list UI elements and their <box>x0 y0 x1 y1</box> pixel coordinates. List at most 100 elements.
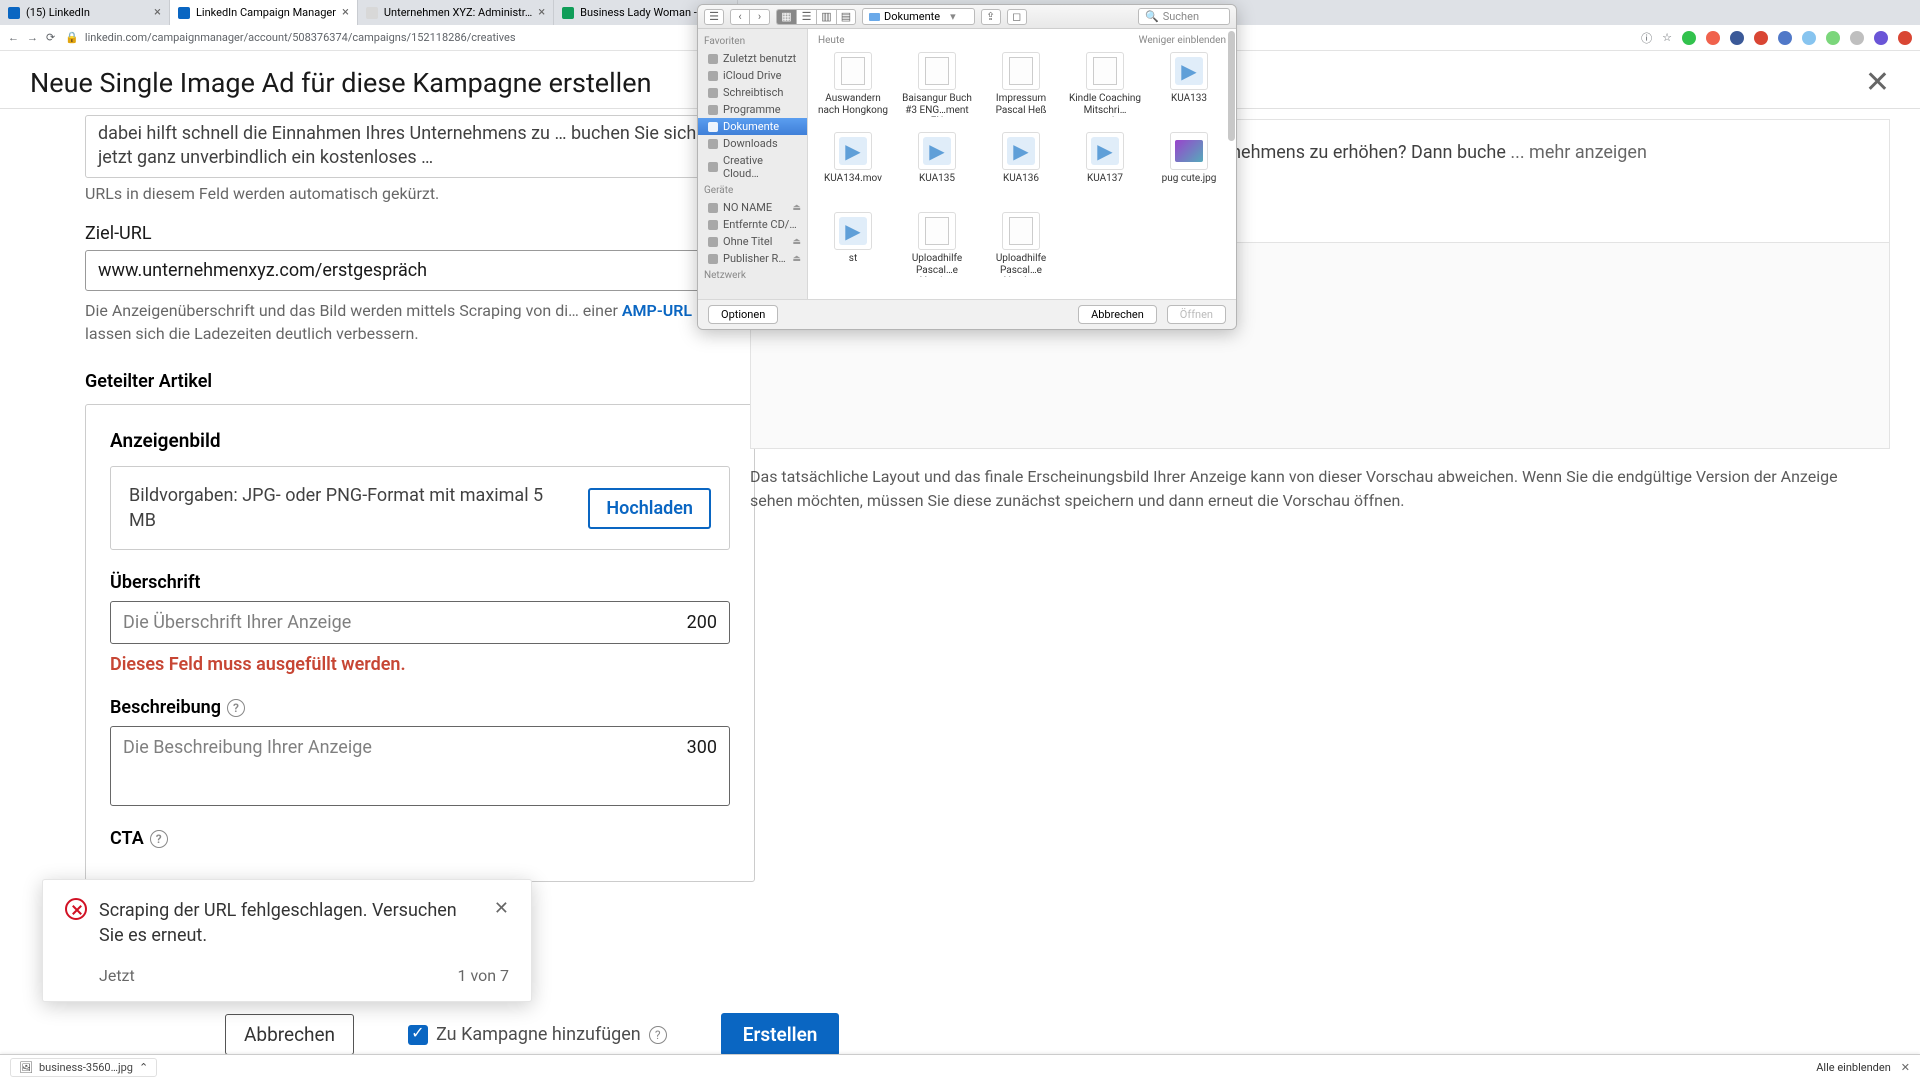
browser-tab[interactable]: (15) LinkedIn× <box>0 0 170 25</box>
image-upload-box: Bildvorgaben: JPG- oder PNG-Format mit m… <box>110 466 730 550</box>
shared-article-label: Geteilter Artikel <box>85 371 710 392</box>
target-url-input[interactable]: www.unternehmenxyz.com/erstgespräch <box>85 250 725 291</box>
list-view-icon[interactable]: ☰ <box>796 9 816 25</box>
description-label: Beschreibung? <box>110 697 730 718</box>
sidebar-toggle-icon[interactable]: ☰ <box>704 9 724 25</box>
forward-icon[interactable]: → <box>27 31 38 44</box>
amp-link[interactable]: AMP-URL <box>622 301 692 320</box>
view-switcher[interactable]: ▦ ☰ ▥ ▤ <box>776 9 856 25</box>
sidebar-item[interactable]: Ohne Titel⏏ <box>698 233 807 250</box>
show-less-link[interactable]: Weniger einblenden <box>1139 35 1226 46</box>
file-item[interactable]: Impressum Pascal Heß <box>982 48 1060 126</box>
sidebar-item[interactable]: Dokumente <box>698 118 807 135</box>
cancel-button[interactable]: Abbrechen <box>1078 305 1157 324</box>
file-icon: 🖼 <box>19 1061 33 1074</box>
help-icon[interactable]: ? <box>649 1026 667 1044</box>
file-item[interactable]: KUA133 <box>1150 48 1228 126</box>
file-thumb-icon <box>834 212 872 250</box>
reload-icon[interactable]: ⟳ <box>46 31 55 44</box>
file-item[interactable]: Uploadhilfe Pascal…e Version <box>982 208 1060 286</box>
sidebar-item[interactable]: Downloads <box>698 135 807 152</box>
help-icon[interactable]: ? <box>150 830 168 848</box>
description-input[interactable]: Die Beschreibung Ihrer Anzeige 300 <box>110 726 730 806</box>
file-item[interactable]: Baisangur Buch #3 ENG…ment EN <box>898 48 976 126</box>
file-thumb-icon <box>1086 52 1124 90</box>
finder-file-grid: HeuteWeniger einblenden Auswandern nach … <box>808 29 1236 299</box>
create-button[interactable]: Erstellen <box>721 1013 840 1056</box>
tag-icon[interactable]: ◻ <box>1007 9 1027 25</box>
finder-search[interactable]: 🔍Suchen <box>1138 8 1230 25</box>
file-item[interactable]: KUA134.mov <box>814 128 892 206</box>
show-more-link[interactable]: ... mehr anzeigen <box>1510 142 1647 163</box>
sidebar-item[interactable]: Entfernte CD/… <box>698 216 807 233</box>
help-icon[interactable]: ? <box>227 699 245 717</box>
extension-icon[interactable] <box>1778 31 1792 45</box>
preview-disclaimer: Das tatsächliche Layout und das finale E… <box>750 465 1890 513</box>
add-to-campaign-checkbox[interactable]: Zu Kampagne hinzufügen? <box>408 1024 667 1045</box>
intro-text-input[interactable]: dabei hilft schnell die Einnahmen Ihres … <box>85 115 725 178</box>
close-icon[interactable]: ✕ <box>494 898 509 919</box>
chevron-up-icon[interactable]: ⌃ <box>139 1061 148 1074</box>
eject-icon[interactable]: ⏏ <box>792 203 801 213</box>
column-view-icon[interactable]: ▥ <box>816 9 836 25</box>
extension-icon[interactable] <box>1874 31 1888 45</box>
cancel-button[interactable]: Abbrechen <box>225 1014 354 1055</box>
upload-button[interactable]: Hochladen <box>588 488 711 529</box>
file-item[interactable]: KUA137 <box>1066 128 1144 206</box>
finder-sidebar: Favoriten Zuletzt benutzt iCloud Drive S… <box>698 29 808 299</box>
star-icon[interactable]: ☆ <box>1662 31 1672 44</box>
path-dropdown[interactable]: Dokumente▾ <box>862 8 975 25</box>
file-item[interactable]: KUA135 <box>898 128 976 206</box>
browser-tab[interactable]: LinkedIn Campaign Manager× <box>170 0 358 25</box>
file-item[interactable]: KUA136 <box>982 128 1060 206</box>
close-icon[interactable]: ✕ <box>1865 65 1890 100</box>
browser-tab[interactable]: Unternehmen XYZ: Administr…× <box>358 0 554 25</box>
back-icon[interactable]: ‹ <box>730 9 750 25</box>
extension-icon[interactable] <box>1682 31 1696 45</box>
extension-icon[interactable] <box>1802 31 1816 45</box>
download-item[interactable]: 🖼business-3560…jpg⌃ <box>10 1058 157 1077</box>
extension-icon[interactable] <box>1706 31 1720 45</box>
file-item[interactable]: Kindle Coaching Mitschri…gemeier <box>1066 48 1144 126</box>
close-icon[interactable]: × <box>154 5 161 20</box>
close-icon[interactable]: ✕ <box>1901 1061 1910 1074</box>
extension-icon[interactable] <box>1826 31 1840 45</box>
close-icon[interactable]: × <box>538 5 545 20</box>
sidebar-item[interactable]: Programme <box>698 101 807 118</box>
extension-icon[interactable] <box>1898 31 1912 45</box>
sidebar-item[interactable]: iCloud Drive <box>698 67 807 84</box>
file-item[interactable]: st <box>814 208 892 286</box>
eject-icon[interactable]: ⏏ <box>792 237 801 247</box>
site-icon <box>366 7 378 19</box>
back-icon[interactable]: ← <box>8 31 19 44</box>
options-button[interactable]: Optionen <box>708 305 778 324</box>
scrollbar[interactable] <box>1228 31 1235 141</box>
close-icon[interactable]: × <box>342 5 349 20</box>
sidebar-item[interactable]: Schreibtisch <box>698 84 807 101</box>
file-item[interactable]: pug cute.jpg <box>1150 128 1228 206</box>
show-all-downloads[interactable]: Alle einblenden <box>1816 1061 1891 1074</box>
search-icon: 🔍 <box>1145 10 1159 23</box>
info-icon[interactable]: ⓘ <box>1641 30 1652 46</box>
open-button[interactable]: Öffnen <box>1167 305 1226 324</box>
extension-icon[interactable] <box>1850 31 1864 45</box>
sidebar-item[interactable]: Publisher R…⏏ <box>698 250 807 267</box>
sidebar-item[interactable]: NO NAME⏏ <box>698 199 807 216</box>
share-icon[interactable]: ⇪ <box>981 9 1001 25</box>
file-thumb-icon <box>1002 132 1040 170</box>
error-icon <box>65 898 87 920</box>
file-item[interactable]: Auswandern nach Hongkong <box>814 48 892 126</box>
file-item[interactable]: Uploadhilfe Pascal…e Version <box>898 208 976 286</box>
extension-icon[interactable] <box>1730 31 1744 45</box>
gallery-view-icon[interactable]: ▤ <box>836 9 856 25</box>
headline-input[interactable]: Die Überschrift Ihrer Anzeige 200 <box>110 601 730 644</box>
folder-icon <box>869 13 880 21</box>
eject-icon[interactable]: ⏏ <box>792 254 801 264</box>
sidebar-item[interactable]: Zuletzt benutzt <box>698 50 807 67</box>
cta-label: CTA? <box>110 828 730 849</box>
extension-icon[interactable] <box>1754 31 1768 45</box>
sidebar-item[interactable]: Creative Cloud… <box>698 152 807 182</box>
file-thumb-icon <box>918 212 956 250</box>
forward-icon[interactable]: › <box>750 9 770 25</box>
icon-view-icon[interactable]: ▦ <box>776 9 796 25</box>
